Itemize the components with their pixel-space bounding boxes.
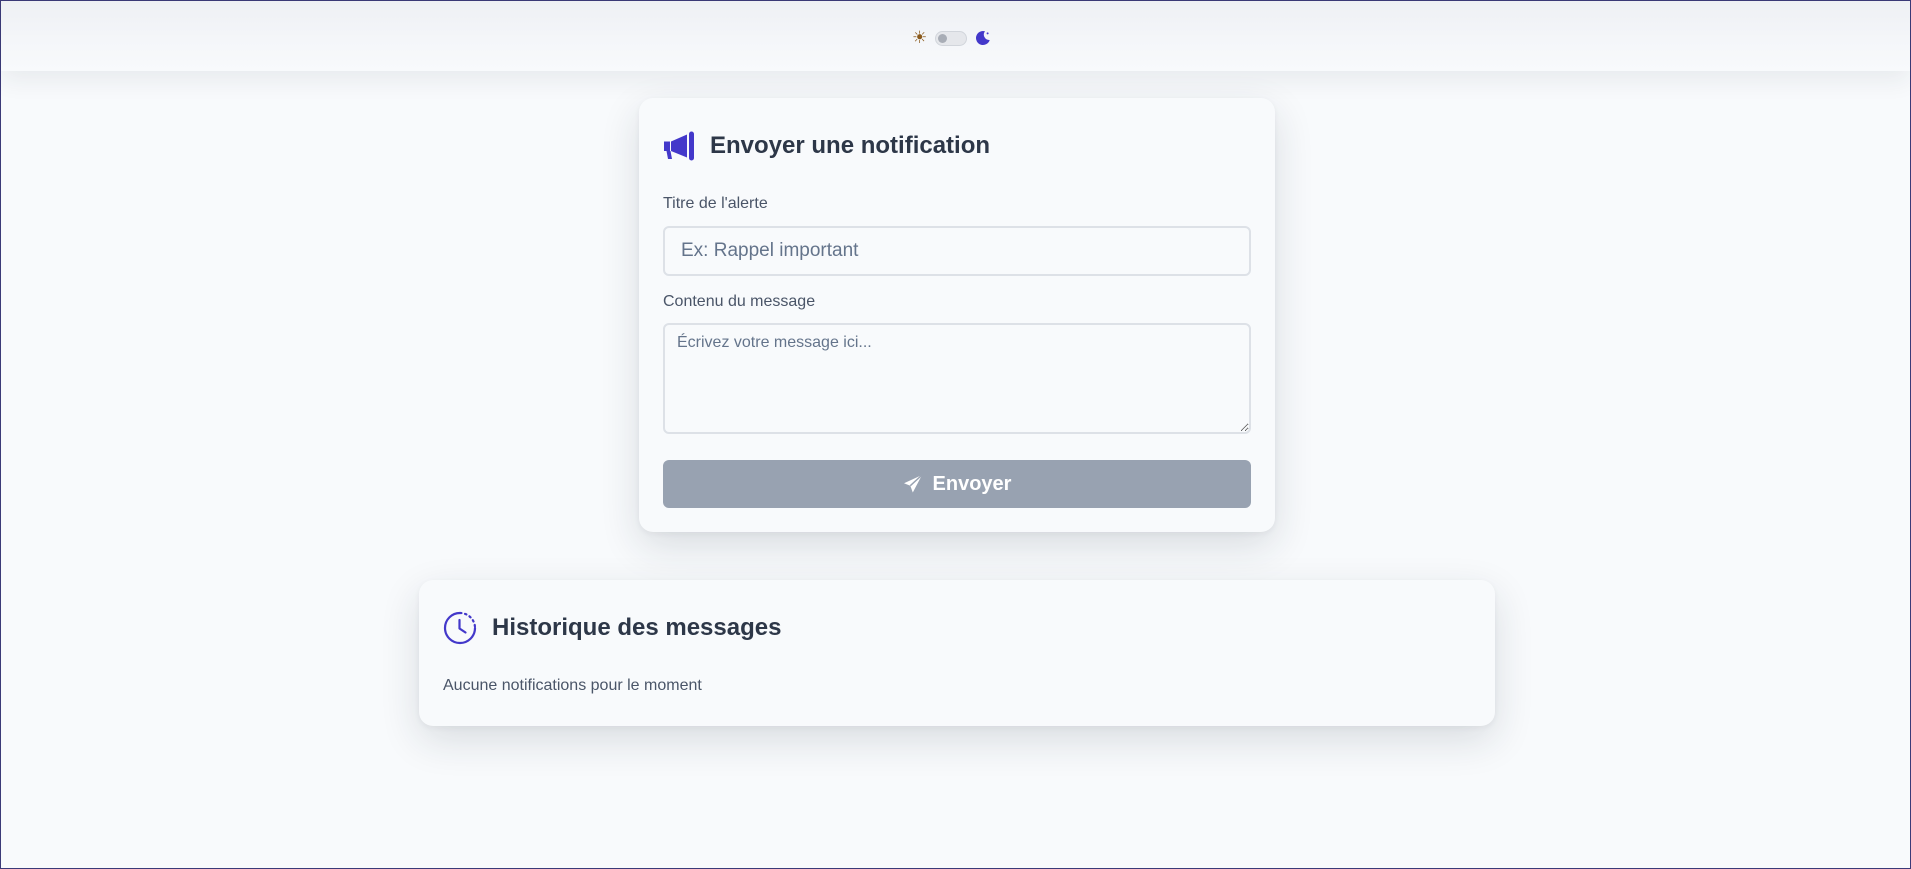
- send-card-title: Envoyer une notification: [710, 132, 991, 159]
- history-card-title: Historique des messages: [492, 614, 782, 641]
- sun-icon: ☀: [912, 28, 928, 47]
- alert-title-input[interactable]: [663, 226, 1251, 276]
- top-bar: ☀: [1, 1, 1910, 71]
- empty-history-text: Aucune notifications pour le moment: [443, 677, 702, 694]
- alert-title-label: Titre de l'alerte: [663, 195, 768, 212]
- theme-switch-knob[interactable]: [938, 33, 948, 43]
- message-history-card: Historique des messages Aucune notificat…: [419, 580, 1495, 726]
- send-notification-card: Envoyer une notification Titre de l'aler…: [639, 98, 1275, 532]
- clock-history-icon: [443, 611, 477, 645]
- send-button[interactable]: Envoyer: [663, 460, 1251, 508]
- theme-toggle[interactable]: ☀: [912, 28, 991, 48]
- send-card-header: Envoyer une notification: [663, 131, 990, 161]
- send-button-label: Envoyer: [932, 472, 1012, 495]
- theme-switch[interactable]: [935, 30, 968, 46]
- moon-icon: [976, 31, 990, 46]
- megaphone-icon: [664, 131, 694, 161]
- message-content-label: Contenu du message: [663, 293, 816, 310]
- paper-plane-icon: [903, 474, 923, 493]
- history-card-header: Historique des messages: [443, 611, 781, 645]
- message-content-textarea[interactable]: [663, 323, 1251, 434]
